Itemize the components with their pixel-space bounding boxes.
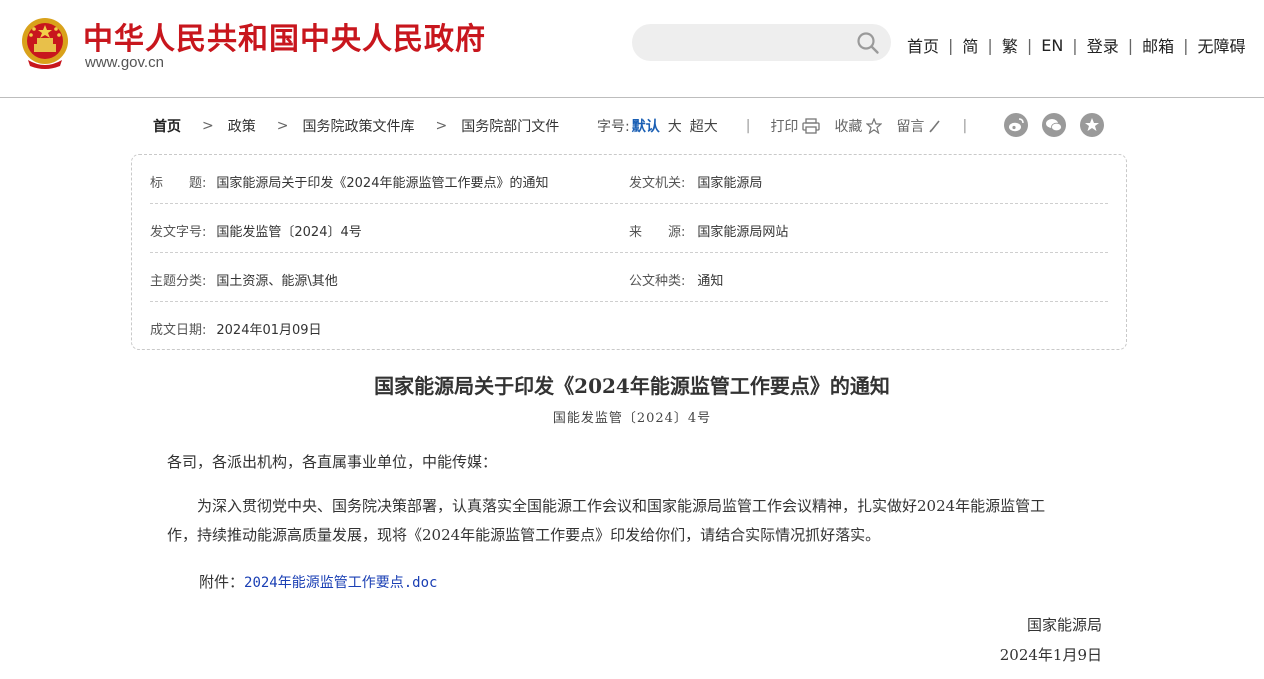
chevron-right-icon: >: [276, 118, 289, 134]
info-value: 2024年01月09日: [216, 323, 322, 338]
separator: |: [1026, 35, 1033, 55]
info-title: 标 题: 国家能源局关于印发《2024年能源监管工作要点》的通知: [150, 172, 548, 191]
info-value: 国能发监管〔2024〕4号: [216, 225, 362, 240]
chevron-right-icon: >: [202, 118, 214, 134]
search-icon[interactable]: [856, 31, 880, 55]
star-outline-icon: [866, 118, 883, 134]
breadcrumb-policy[interactable]: 政策: [228, 116, 256, 136]
site-name[interactable]: 中华人民共和国中央人民政府: [83, 14, 486, 58]
info-row: 成文日期: 2024年01月09日: [150, 302, 1108, 351]
info-type: 公文种类: 通知: [629, 270, 723, 289]
info-value: 通知: [697, 274, 724, 289]
font-size-label: 字号:: [597, 119, 630, 135]
favorite-star-icon[interactable]: [1080, 113, 1104, 137]
info-row: 发文字号: 国能发监管〔2024〕4号 来 源: 国家能源局网站: [150, 204, 1108, 253]
separator: |: [1127, 35, 1134, 55]
print-button[interactable]: 打印: [770, 116, 821, 136]
info-source: 来 源: 国家能源局网站: [629, 221, 788, 240]
info-label: 来 源:: [629, 225, 686, 240]
top-link-mailbox[interactable]: 邮箱: [1142, 33, 1174, 57]
pencil-icon: [929, 120, 941, 133]
breadcrumb-department-docs[interactable]: 国务院部门文件: [461, 116, 559, 136]
attachment: 附件：2024年能源监管工作要点.doc: [199, 571, 437, 592]
separator: |: [948, 35, 954, 55]
body-line: 为深入贯彻党中央、国务院决策部署，认真落实全国能源工作会议和国家能源局监管工作会…: [167, 497, 1046, 515]
favorite-label: 收藏: [834, 119, 863, 135]
article-body: 为深入贯彻党中央、国务院决策部署，认真落实全国能源工作会议和国家能源局监管工作会…: [167, 492, 1102, 550]
attachment-label: 附件：: [199, 573, 245, 591]
top-link-simplified[interactable]: 简: [962, 33, 978, 57]
document-info-box: 标 题: 国家能源局关于印发《2024年能源监管工作要点》的通知 发文机关: 国…: [131, 154, 1127, 350]
weibo-icon[interactable]: [1004, 113, 1028, 137]
info-value: 国家能源局网站: [697, 225, 789, 240]
article-toolbar: 字号: 默认 大 超大 | 打印 收藏 留言 |: [597, 116, 981, 136]
separator: |: [1183, 35, 1189, 55]
top-link-traditional[interactable]: 繁: [1002, 33, 1018, 57]
separator: |: [1072, 35, 1078, 55]
wechat-glyph: [1046, 119, 1062, 132]
star-glyph: [1085, 118, 1099, 131]
article-title: 国家能源局关于印发《2024年能源监管工作要点》的通知: [374, 374, 890, 398]
info-issuer: 发文机关: 国家能源局: [629, 172, 762, 191]
info-label: 标 题:: [150, 176, 207, 191]
font-size-large[interactable]: 大: [668, 116, 682, 136]
breadcrumb-home[interactable]: 首页: [153, 116, 181, 136]
top-link-home[interactable]: 首页: [907, 33, 939, 57]
info-value: 国家能源局: [697, 176, 763, 191]
breadcrumb: 首页 > 政策 > 国务院政策文件库 > 国务院部门文件: [153, 116, 559, 136]
info-value: 国家能源局关于印发《2024年能源监管工作要点》的通知: [216, 176, 549, 191]
info-value: 国土资源、能源\其他: [216, 274, 338, 289]
weibo-glyph: [1009, 118, 1024, 132]
sign-date: 2024年1月9日: [999, 646, 1102, 664]
top-link-english[interactable]: EN: [1041, 36, 1063, 55]
info-label: 发文机关:: [629, 176, 686, 191]
printer-icon: [802, 118, 821, 134]
info-label: 发文字号:: [150, 225, 207, 240]
search-box[interactable]: [632, 24, 891, 61]
separator: |: [745, 118, 751, 134]
breadcrumb-policy-library[interactable]: 国务院政策文件库: [302, 116, 414, 136]
chevron-right-icon: >: [435, 118, 448, 134]
signature: 国家能源局: [1026, 616, 1102, 634]
separator: |: [962, 118, 968, 134]
search-input[interactable]: [646, 24, 846, 61]
article-doc-number: 国能发监管〔2024〕4号: [552, 411, 712, 426]
top-nav-links: 首页 | 简 | 繁 | EN | 登录 | 邮箱 | 无障碍: [907, 33, 1246, 57]
top-link-login[interactable]: 登录: [1087, 33, 1119, 57]
info-row: 标 题: 国家能源局关于印发《2024年能源监管工作要点》的通知 发文机关: 国…: [150, 155, 1108, 204]
info-row: 主题分类: 国土资源、能源\其他 公文种类: 通知: [150, 253, 1108, 302]
print-label: 打印: [770, 119, 799, 135]
comment-button[interactable]: 留言: [896, 116, 942, 136]
national-emblem-icon[interactable]: [20, 16, 70, 70]
info-label: 公文种类:: [629, 274, 686, 289]
site-header: 中华人民共和国中央人民政府 www.gov.cn 首页 | 简 | 繁 | EN…: [0, 0, 1264, 98]
separator: |: [987, 35, 993, 55]
body-line: 作，持续推动能源高质量发展，现将《2024年能源监管工作要点》印发给你们，请结合…: [167, 526, 881, 544]
info-topic: 主题分类: 国土资源、能源\其他: [150, 270, 338, 289]
comment-label: 留言: [896, 119, 925, 135]
top-link-accessibility[interactable]: 无障碍: [1198, 33, 1246, 57]
favorite-button[interactable]: 收藏: [834, 116, 883, 136]
info-date: 成文日期: 2024年01月09日: [150, 319, 322, 338]
info-label: 成文日期:: [150, 323, 207, 338]
wechat-icon[interactable]: [1042, 113, 1066, 137]
site-url[interactable]: www.gov.cn: [85, 54, 164, 71]
font-size-xlarge[interactable]: 超大: [690, 116, 718, 136]
attachment-link[interactable]: 2024年能源监管工作要点.doc: [244, 575, 437, 591]
info-docno: 发文字号: 国能发监管〔2024〕4号: [150, 221, 362, 240]
info-label: 主题分类:: [150, 274, 207, 289]
article-salutation: 各司，各派出机构，各直属事业单位，中能传媒：: [167, 453, 498, 471]
font-size-default[interactable]: 默认: [632, 116, 660, 136]
